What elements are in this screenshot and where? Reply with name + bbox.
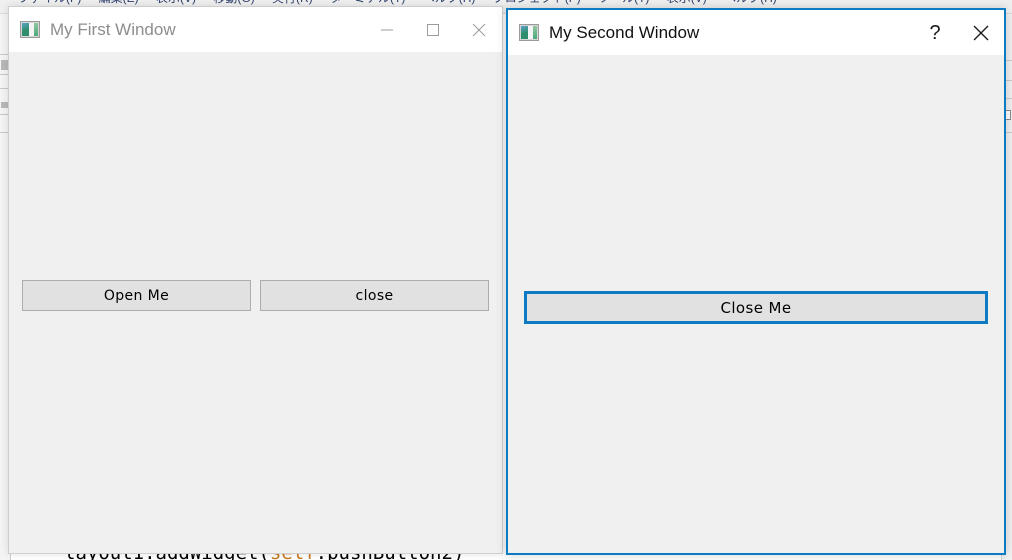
open-me-button[interactable]: Open Me <box>22 280 251 311</box>
help-icon[interactable]: ? <box>912 10 958 55</box>
menu-item-4[interactable]: 実行(R) <box>272 0 313 4</box>
close-icon[interactable] <box>456 7 502 52</box>
window-controls-second[interactable]: ? <box>912 10 1004 55</box>
window-my-first-window[interactable]: My First Window Open Me close <box>8 6 503 554</box>
menu-item-5[interactable]: ターミナル(T) <box>330 0 405 4</box>
button-row-second-window: Close Me <box>524 291 988 324</box>
menu-item-7[interactable]: プロジェクト(P) <box>493 0 581 4</box>
menu-item-2[interactable]: 表示(V) <box>156 0 196 4</box>
menu-item-0[interactable]: ファイル(F) <box>18 0 81 4</box>
close-me-button[interactable]: Close Me <box>524 291 988 324</box>
menu-item-8[interactable]: ツール(T) <box>598 0 649 4</box>
menu-item-9[interactable]: 表示(V) <box>667 0 707 4</box>
window-title-second: My Second Window <box>549 22 700 42</box>
maximize-icon[interactable] <box>410 7 456 52</box>
qt-window-icon <box>519 24 539 41</box>
client-area-first-window: Open Me close <box>9 52 502 553</box>
button-row-first-window: Open Me close <box>22 280 489 311</box>
close-icon[interactable] <box>958 10 1004 55</box>
titlebar-first-window[interactable]: My First Window <box>9 7 502 52</box>
menu-item-6[interactable]: ヘルプ(H) <box>423 0 476 4</box>
window-controls-first[interactable] <box>364 7 502 52</box>
menu-item-1[interactable]: 編集(E) <box>99 0 139 4</box>
client-area-second-window: Close Me <box>508 55 1004 553</box>
window-my-second-window[interactable]: My Second Window ? Close Me <box>506 8 1006 555</box>
window-title-first: My First Window <box>50 19 176 39</box>
screen-root: ファイル(F) 編集(E) 表示(V) 移動(G) 実行(R) ターミナル(T)… <box>0 0 1012 560</box>
menu-item-10[interactable]: ヘルプ(H) <box>724 0 777 4</box>
menu-item-3[interactable]: 移動(G) <box>213 0 254 4</box>
qt-window-icon <box>20 21 40 38</box>
minimize-icon[interactable] <box>364 7 410 52</box>
close-button[interactable]: close <box>260 280 489 311</box>
titlebar-second-window[interactable]: My Second Window ? <box>508 10 1004 55</box>
